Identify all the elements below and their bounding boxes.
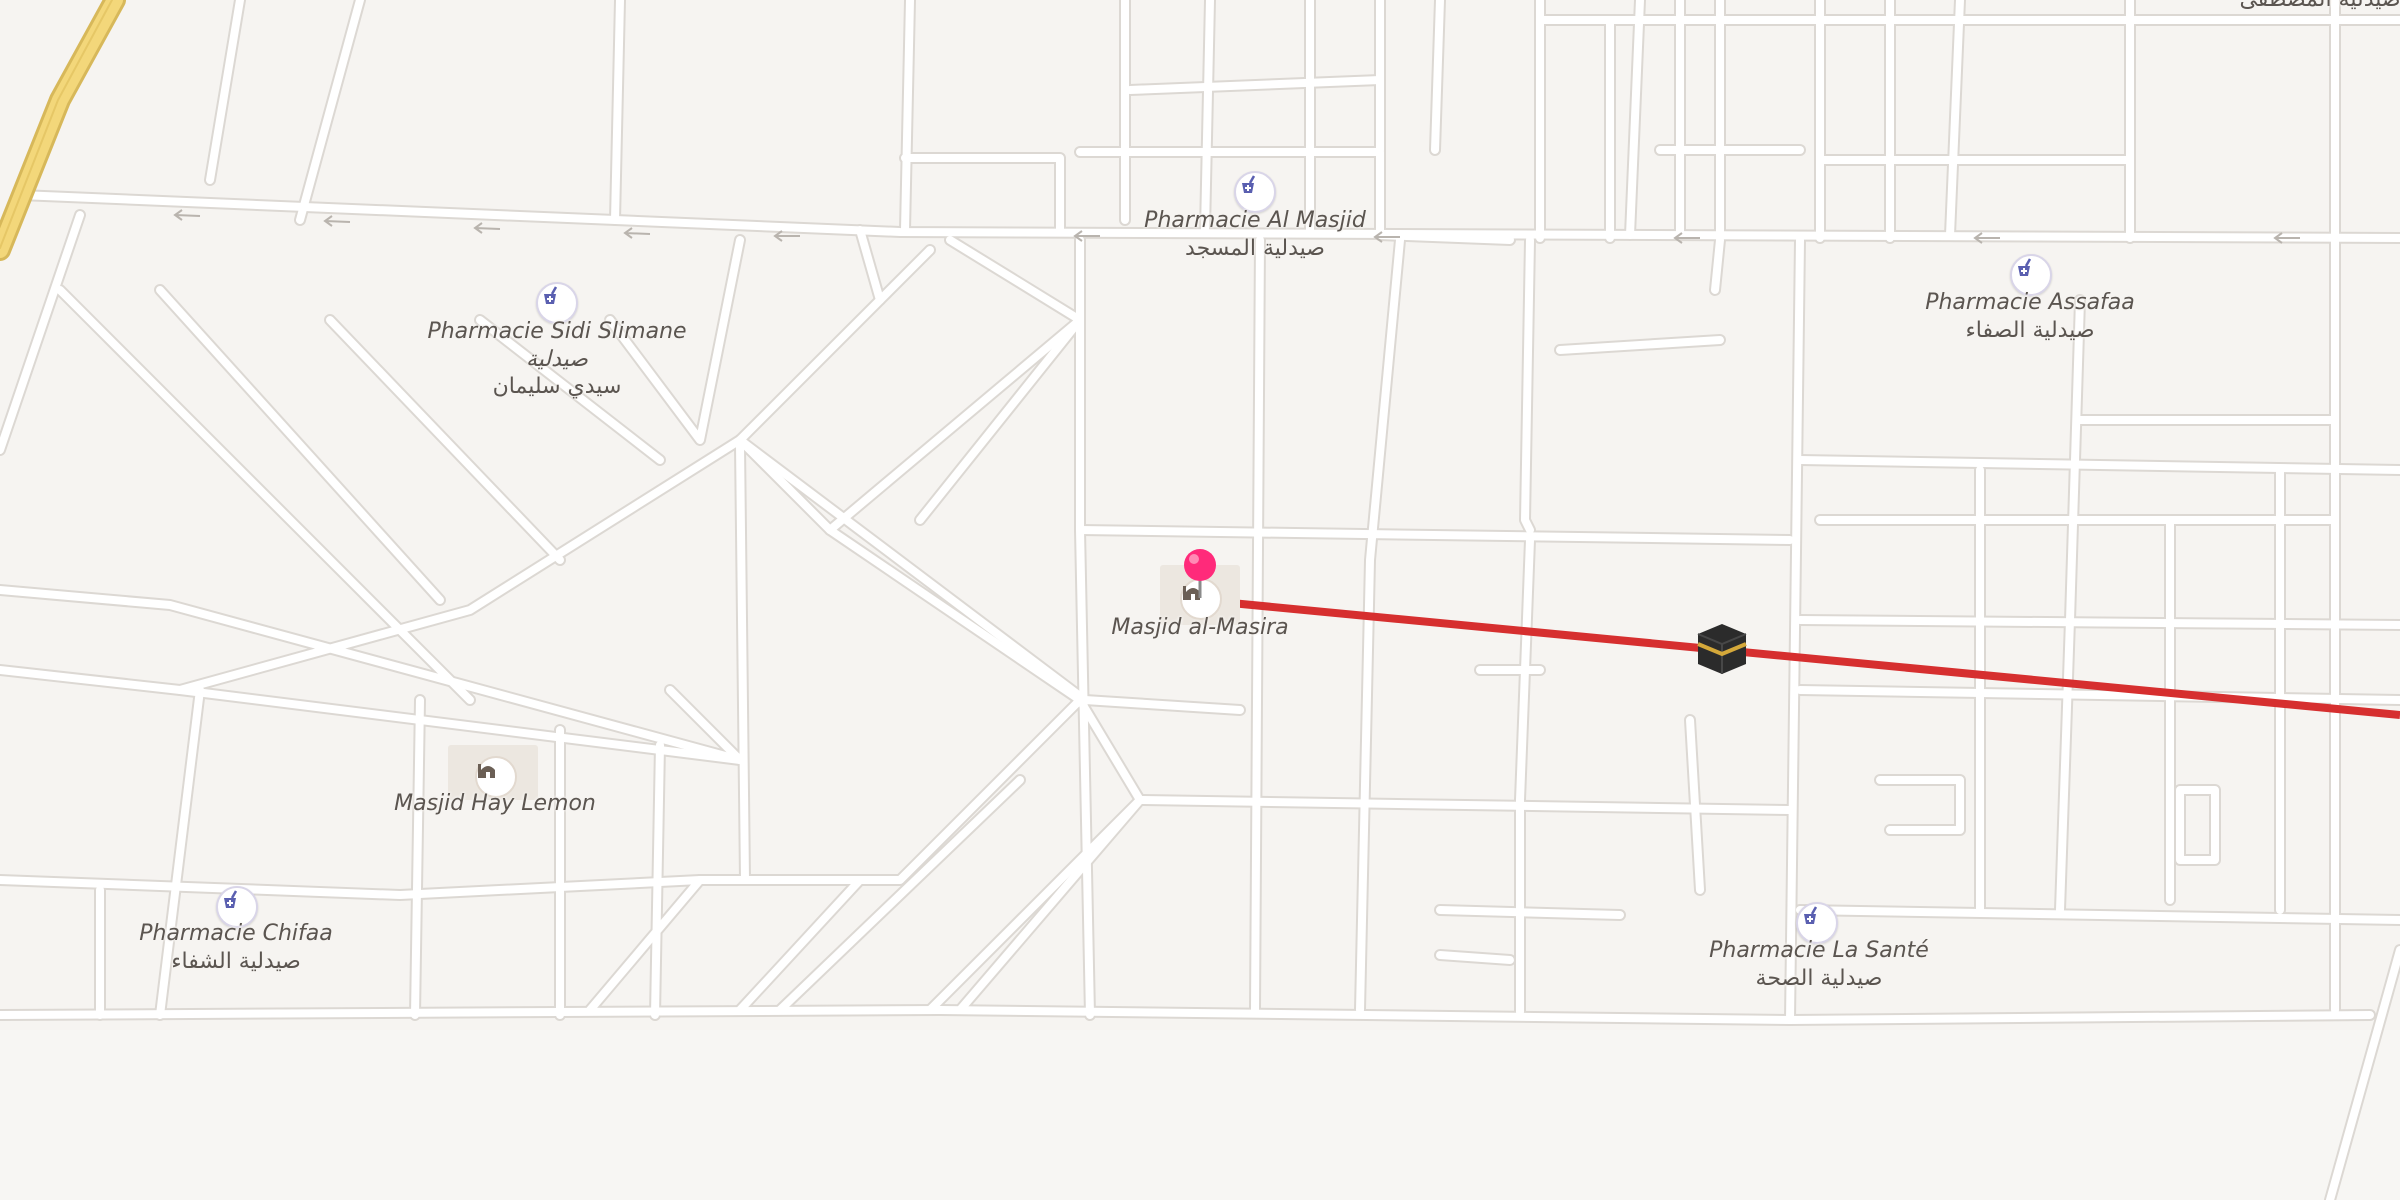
poi-label-pharmacie-sidi-slimane[interactable]: Pharmacie Sidi Slimane صيدلية سيدي سليما… bbox=[420, 318, 694, 401]
poi-name-arabic: سيدي سليمان bbox=[492, 374, 622, 399]
highway bbox=[0, 0, 126, 261]
poi-name-latin: Pharmacie Sidi Slimane صيدلية bbox=[427, 319, 687, 372]
map-view[interactable]: Pharmacie Al Masjid صيدلية المسجد Pharma… bbox=[0, 0, 2400, 1200]
poi-name-latin: Pharmacie Chifaa bbox=[139, 921, 333, 946]
poi-name-latin: Masjid Hay Lemon bbox=[394, 791, 596, 816]
poi-name-arabic: صيدلية الصحة bbox=[1755, 965, 1883, 991]
kaaba-icon[interactable] bbox=[1694, 620, 1750, 676]
poi-name-arabic: صيدلية المسجد bbox=[1185, 235, 1325, 261]
poi-name-arabic: صيدلية الصفاء bbox=[1965, 317, 2095, 343]
poi-label-masjid-al-masira[interactable]: Masjid al-Masira bbox=[1080, 614, 1320, 642]
poi-label-masjid-hay-lemon[interactable]: Masjid Hay Lemon bbox=[380, 790, 610, 818]
poi-name-latin: Masjid al-Masira bbox=[1111, 615, 1289, 640]
poi-name-latin: Pharmacie La Santé bbox=[1709, 938, 1929, 963]
poi-label-pharmacie-assafaa[interactable]: Pharmacie Assafaa صيدلية الصفاء bbox=[1900, 289, 2160, 344]
poi-name-arabic: صيدلية المصطفى bbox=[2220, 0, 2400, 14]
poi-label-pharmacie-la-sante[interactable]: Pharmacie La Santé صيدلية الصحة bbox=[1690, 937, 1948, 992]
poi-name-arabic: صيدلية الشفاء bbox=[171, 948, 301, 974]
poi-name-latin: Pharmacie Assafaa bbox=[1925, 290, 2135, 315]
poi-label-partial-top-right[interactable]: صيدلية المصطفى bbox=[2220, 0, 2400, 14]
poi-name-latin: Pharmacie Al Masjid bbox=[1144, 208, 1366, 233]
location-pin-icon[interactable] bbox=[1182, 548, 1218, 600]
poi-label-pharmacie-al-masjid[interactable]: Pharmacie Al Masjid صيدلية المسجد bbox=[1120, 207, 1390, 262]
poi-label-pharmacie-chifaa[interactable]: Pharmacie Chifaa صيدلية الشفاء bbox=[120, 920, 352, 975]
